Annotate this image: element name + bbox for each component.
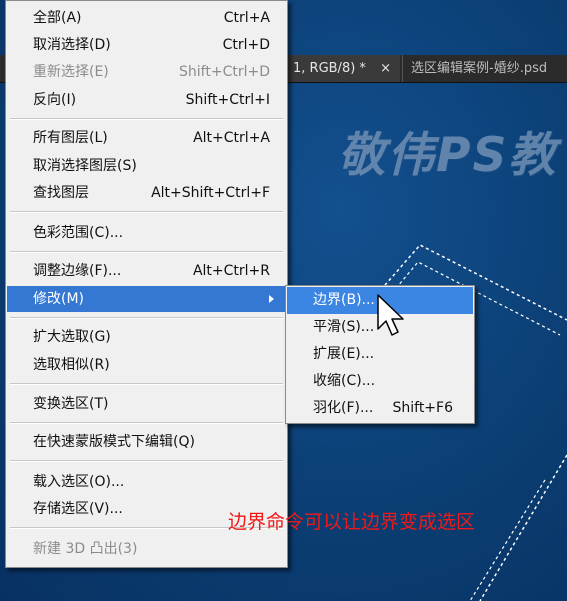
menu-item-label: 修改(M) <box>33 291 85 307</box>
document-tab[interactable]: 选区编辑案例-婚纱.psd <box>402 55 567 82</box>
submenu-item-label: 边界(B)... <box>313 292 375 308</box>
menu-item-shortcut: Alt+Ctrl+A <box>193 130 270 146</box>
submenu-item-label: 羽化(F)... <box>313 400 374 416</box>
menu-item-shortcut: Ctrl+D <box>222 37 270 53</box>
menu-item-label: 取消选择图层(S) <box>33 158 137 174</box>
menu-item-label: 所有图层(L) <box>33 130 108 146</box>
submenu-item-shortcut: Shift+F6 <box>392 400 453 416</box>
menu-item-reselect: 重新选择(E) Shift+Ctrl+D <box>7 59 286 85</box>
menu-item-deselect-layers[interactable]: 取消选择图层(S) <box>7 153 286 179</box>
menu-item-new-3d-extrusion: 新建 3D 凸出(3) <box>7 536 286 562</box>
submenu-item-contract[interactable]: 收缩(C)... <box>287 368 473 395</box>
submenu-item-expand[interactable]: 扩展(E)... <box>287 341 473 368</box>
menu-separator <box>10 251 283 253</box>
menu-item-select-all[interactable]: 全部(A) Ctrl+A <box>7 5 286 31</box>
menu-item-label: 变换选区(T) <box>33 396 109 412</box>
menu-separator <box>10 317 283 319</box>
menu-item-label: 载入选区(O)... <box>33 474 125 490</box>
menu-item-label: 调整边缘(F)... <box>33 263 122 279</box>
menu-item-shortcut: Ctrl+A <box>223 10 270 26</box>
menu-item-color-range[interactable]: 色彩范围(C)... <box>7 220 286 246</box>
menu-item-all-layers[interactable]: 所有图层(L) Alt+Ctrl+A <box>7 125 286 151</box>
submenu-item-label: 扩展(E)... <box>313 346 375 362</box>
menu-item-shortcut: Shift+Ctrl+D <box>179 64 270 80</box>
menu-item-quick-mask[interactable]: 在快速蒙版模式下编辑(Q) <box>7 429 286 455</box>
menu-item-modify[interactable]: 修改(M) <box>7 286 286 312</box>
document-tab-label: 选区编辑案例-婚纱.psd <box>411 61 548 76</box>
menu-item-label: 色彩范围(C)... <box>33 225 124 241</box>
menu-item-label: 扩大选取(G) <box>33 329 111 345</box>
submenu-arrow-icon <box>269 295 274 303</box>
menu-item-label: 反向(I) <box>33 92 77 108</box>
submenu-item-label: 平滑(S)... <box>313 319 375 335</box>
watermark-text: 敬伟PS教 <box>338 128 558 183</box>
menu-separator <box>10 118 283 120</box>
menu-item-shortcut: Shift+Ctrl+I <box>185 92 270 108</box>
menu-separator <box>10 383 283 385</box>
menu-item-shortcut: Alt+Shift+Ctrl+F <box>151 185 270 201</box>
menu-item-label: 选取相似(R) <box>33 357 110 373</box>
close-icon[interactable]: × <box>380 61 391 76</box>
select-menu-dropdown: 全部(A) Ctrl+A 取消选择(D) Ctrl+D 重新选择(E) Shif… <box>5 0 288 568</box>
menu-item-label: 取消选择(D) <box>33 37 111 53</box>
menu-item-find-layers[interactable]: 查找图层 Alt+Shift+Ctrl+F <box>7 180 286 206</box>
menu-item-similar[interactable]: 选取相似(R) <box>7 352 286 378</box>
menu-item-label: 新建 3D 凸出(3) <box>33 541 138 557</box>
menu-item-shortcut: Alt+Ctrl+R <box>192 263 270 279</box>
menu-item-grow[interactable]: 扩大选取(G) <box>7 324 286 350</box>
menu-item-label: 全部(A) <box>33 10 82 26</box>
menu-item-refine-edge[interactable]: 调整边缘(F)... Alt+Ctrl+R <box>7 258 286 284</box>
menu-item-label: 查找图层 <box>33 185 89 201</box>
menu-separator <box>10 460 283 462</box>
menu-item-deselect[interactable]: 取消选择(D) Ctrl+D <box>7 32 286 58</box>
menu-item-transform-selection[interactable]: 变换选区(T) <box>7 391 286 417</box>
menu-item-inverse[interactable]: 反向(I) Shift+Ctrl+I <box>7 87 286 113</box>
tutorial-caption: 边界命令可以让边界变成选区 <box>228 511 476 533</box>
document-tab-label: 1, RGB/8) * <box>293 61 366 76</box>
menu-item-label: 重新选择(E) <box>33 64 109 80</box>
document-tab-active[interactable]: 1, RGB/8) * × <box>285 55 400 82</box>
menu-item-label: 在快速蒙版模式下编辑(Q) <box>33 434 195 450</box>
mouse-pointer-icon <box>377 294 404 336</box>
submenu-item-feather[interactable]: 羽化(F)... Shift+F6 <box>287 395 473 422</box>
menu-separator <box>10 422 283 424</box>
menu-separator <box>10 211 283 213</box>
menu-item-load-selection[interactable]: 载入选区(O)... <box>7 469 286 495</box>
submenu-item-label: 收缩(C)... <box>313 373 376 389</box>
menu-item-label: 存储选区(V)... <box>33 501 123 517</box>
